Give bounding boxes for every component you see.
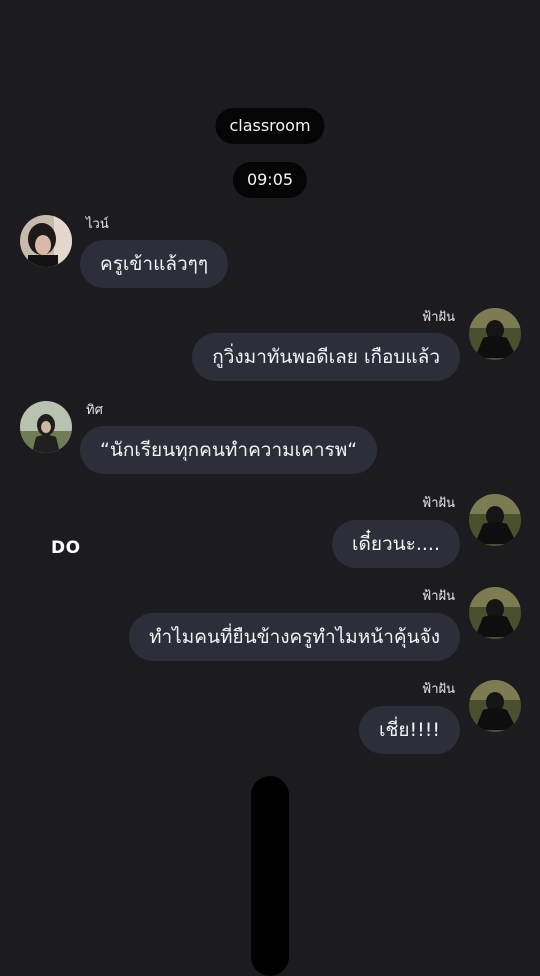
avatar-photo-icon — [20, 215, 72, 267]
avatar-photo-icon — [469, 587, 521, 639]
avatar-photo-icon — [469, 308, 521, 360]
message-text: “นักเรียนทุกคนทำความเคารพ“ — [100, 439, 358, 461]
avatar-photo-icon — [20, 401, 72, 453]
sender-name: ไวน์ — [86, 217, 109, 232]
sender-name: ฟ้าฝัน — [421, 310, 455, 325]
avatar-tit[interactable] — [20, 401, 72, 453]
message-bubble[interactable]: กูวิ่งมาทันพอดีเลย เกือบแล้ว — [192, 333, 460, 381]
message-text: เชี่ย!!!! — [379, 719, 440, 741]
message-text: เดี๋ยวนะ.... — [352, 533, 440, 555]
message-bubble[interactable]: “นักเรียนทุกคนทำความเคารพ“ — [80, 426, 378, 474]
message-bubble[interactable]: ครูเข้าแล้วๆๆ — [80, 240, 229, 288]
avatar-photo-icon — [469, 680, 521, 732]
avatar-photo-icon — [469, 494, 521, 546]
message-bubble[interactable]: เชี่ย!!!! — [359, 706, 460, 754]
avatar-fahfan[interactable] — [469, 308, 521, 360]
room-name: classroom — [229, 116, 311, 135]
message-text: ครูเข้าแล้วๆๆ — [100, 253, 209, 275]
avatar-fahfan[interactable] — [469, 494, 521, 546]
message-text: กูวิ่งมาทันพอดีเลย เกือบแล้ว — [212, 346, 440, 368]
avatar-fahfan[interactable] — [469, 587, 521, 639]
side-label: DO — [51, 538, 81, 558]
room-name-pill: classroom — [215, 108, 325, 144]
message-text: ทำไมคนที่ยืนข้างครูทำไมหน้าคุ้นจัง — [148, 626, 440, 648]
sender-name: ฟ้าฝัน — [421, 589, 455, 604]
time-stamp: 09:05 — [246, 170, 294, 189]
avatar-fahfan[interactable] — [469, 680, 521, 732]
sender-name: ทิศ — [86, 403, 103, 418]
sender-name: ฟ้าฝัน — [421, 496, 455, 511]
sender-name: ฟ้าฝัน — [421, 682, 455, 697]
message-bubble[interactable]: เดี๋ยวนะ.... — [332, 520, 460, 568]
message-bubble[interactable]: ทำไมคนที่ยืนข้างครูทำไมหน้าคุ้นจัง — [128, 613, 460, 661]
time-pill: 09:05 — [232, 162, 308, 198]
scroll-handle[interactable] — [251, 776, 289, 976]
avatar-wine[interactable] — [20, 215, 72, 267]
